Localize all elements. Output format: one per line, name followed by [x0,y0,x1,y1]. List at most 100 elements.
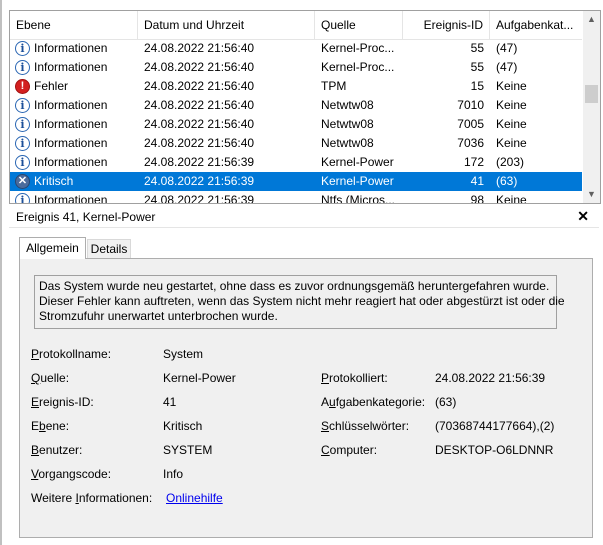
cell-source: TPM [321,79,347,93]
cell-task: Keine [496,98,527,112]
cell-event-id: 172 [463,155,484,169]
cell-task: Keine [496,193,527,203]
source-value[interactable]: Kernel-Power [163,371,236,385]
table-row[interactable]: i Informationen 24.08.2022 21:56:39 Ntfs (M… [10,191,582,203]
keywords-label: Schlüsselwörter: [321,419,410,433]
cell-source: Netwtw08 [321,98,374,112]
cell-task: Keine [496,79,527,93]
cell-level: Informationen [34,155,108,169]
close-icon[interactable]: ✕ [577,208,589,225]
column-header-datetime[interactable]: Datum und Uhrzeit [138,11,315,39]
event-id-label: Ereignis-ID: [31,395,94,409]
cell-source: Kernel-Proc... [321,41,395,55]
cell-task: Keine [496,117,527,131]
scroll-down-arrow-icon[interactable]: ▼ [583,186,600,203]
cell-source: Netwtw08 [321,136,374,150]
scrollbar-thumb[interactable] [585,85,598,103]
cell-event-id: 7005 [457,117,484,131]
info-icon: i [15,98,30,113]
cell-level: Informationen [34,117,108,131]
cell-task: (47) [496,60,518,74]
table-row[interactable]: i Informationen 24.08.2022 21:56:40 Kernel-… [10,39,582,58]
column-header-task[interactable]: Aufgabenkat... [490,11,582,39]
keywords-value[interactable]: (70368744177664),(2) [435,419,554,433]
cell-level: Informationen [34,60,108,74]
opcode-label: Vorgangscode: [31,467,112,481]
cell-event-id: 55 [470,60,484,74]
cell-source: Netwtw08 [321,117,374,131]
table-row[interactable]: i Informationen 24.08.2022 21:56:40 Kernel-… [10,58,582,77]
event-list: Ebene Datum und Uhrzeit Quelle Ereignis-… [9,10,601,204]
cell-level: Informationen [34,98,108,112]
level-label: Ebene: [31,419,70,433]
vertical-scrollbar[interactable]: ▲ ▼ [583,11,600,203]
column-header-source[interactable]: Quelle [315,11,403,39]
cell-task: (47) [496,41,518,55]
cell-event-id: 15 [470,79,484,93]
cell-source: Kernel-Proc... [321,60,395,74]
info-icon: i [15,41,30,56]
table-row[interactable]: ✕ Kritisch 24.08.2022 21:56:39 Kernel-Power… [10,172,582,191]
cell-level: Informationen [34,41,108,55]
cell-datetime: 24.08.2022 21:56:40 [144,136,255,150]
event-detail-header: Ereignis 41, Kernel-Power ✕ [9,207,599,228]
info-icon: i [15,136,30,151]
event-rows: i Informationen 24.08.2022 21:56:40 Kernel-… [10,39,582,203]
event-description[interactable]: Das System wurde neu gestartet, ohne das… [34,275,565,329]
online-help-link[interactable]: Onlinehilfe [166,491,223,505]
info-icon: i [15,155,30,170]
table-row[interactable]: i Informationen 24.08.2022 21:56:39 Kernel-… [10,153,582,172]
cell-datetime: 24.08.2022 21:56:39 [144,155,255,169]
user-value[interactable]: SYSTEM [163,443,212,457]
user-label: Benutzer: [31,443,83,457]
event-list-header: Ebene Datum und Uhrzeit Quelle Ereignis-… [10,11,582,40]
column-header-event-id[interactable]: Ereignis-ID [403,11,490,39]
table-row[interactable]: i Informationen 24.08.2022 21:56:40 Netwtw0… [10,115,582,134]
log-name-label: Protokollname: [31,347,112,361]
critical-icon: ✕ [15,174,30,189]
error-icon: ! [15,79,30,94]
logged-value[interactable]: 24.08.2022 21:56:39 [435,371,545,385]
cell-datetime: 24.08.2022 21:56:40 [144,117,255,131]
cell-event-id: 55 [470,41,484,55]
cell-level: Informationen [34,136,108,150]
level-value[interactable]: Kritisch [163,419,202,433]
cell-datetime: 24.08.2022 21:56:39 [144,174,255,188]
cell-event-id: 7036 [457,136,484,150]
cell-event-id: 7010 [457,98,484,112]
cell-datetime: 24.08.2022 21:56:39 [144,193,255,203]
tab-details[interactable]: Details [87,239,131,259]
info-icon: i [15,60,30,75]
description-line: Stromzufuhr unerwartet unterbrochen wurd… [39,309,278,323]
cell-task: (203) [496,155,525,169]
column-header-level[interactable]: Ebene [10,11,138,39]
table-row[interactable]: i Informationen 24.08.2022 21:56:40 Netwtw0… [10,96,582,115]
cell-source: Kernel-Power [321,174,394,188]
cell-level: Fehler [34,79,69,93]
cell-level: Informationen [34,193,108,203]
cell-event-id: 98 [470,193,484,203]
computer-value[interactable]: DESKTOP-O6LDNNR [435,443,553,457]
opcode-value[interactable]: Info [163,467,183,481]
log-name-value[interactable]: System [163,347,203,361]
table-row[interactable]: i Informationen 24.08.2022 21:56:40 Netwtw0… [10,134,582,153]
logged-label: Protokolliert: [321,371,388,385]
event-detail-title: Ereignis 41, Kernel-Power [16,210,156,224]
description-line: Das System wurde neu gestartet, ohne das… [39,279,550,293]
info-icon: i [15,193,30,203]
cell-datetime: 24.08.2022 21:56:40 [144,60,255,74]
scroll-up-arrow-icon[interactable]: ▲ [583,11,600,28]
tab-general[interactable]: Allgemein [19,237,86,259]
event-id-value[interactable]: 41 [163,395,176,409]
info-icon: i [15,117,30,132]
table-row[interactable]: ! Fehler 24.08.2022 21:56:40 TPM 15 Keine [10,77,582,96]
event-detail-panel: Allgemein Details Das System wurde neu g… [9,228,599,538]
cell-event-id: 41 [470,174,484,188]
cell-datetime: 24.08.2022 21:56:40 [144,79,255,93]
task-category-label: Aufgabenkategorie: [321,395,426,409]
task-category-value[interactable]: (63) [435,395,456,409]
source-label: Quelle: [31,371,70,385]
cell-datetime: 24.08.2022 21:56:40 [144,98,255,112]
tab-general-content: Das System wurde neu gestartet, ohne das… [19,258,593,538]
more-info-label: Weitere Informationen: [31,491,153,505]
